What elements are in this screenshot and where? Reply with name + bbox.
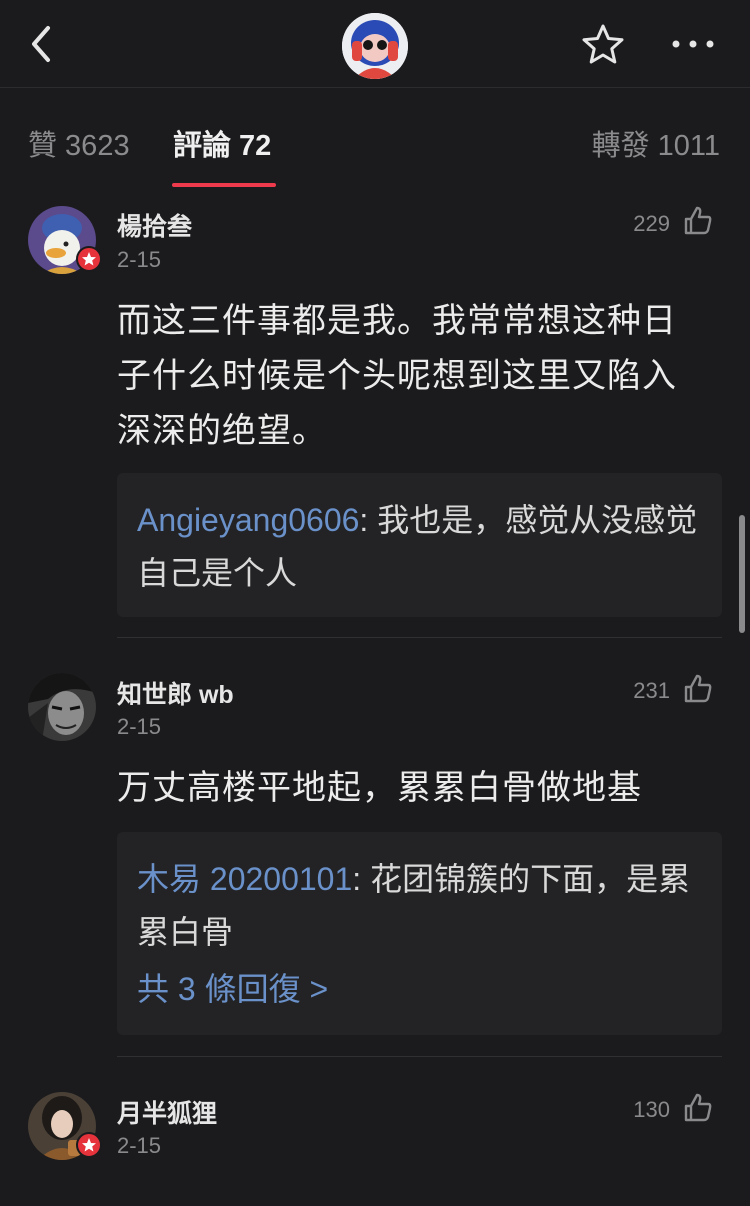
comment-text: 而这三件事都是我。我常常想这种日子什么时候是个头呢想到这里又陷入深深的绝望。: [117, 302, 677, 450]
avatar[interactable]: [28, 673, 96, 741]
author-avatar-image: [342, 13, 408, 79]
verified-badge: [76, 1132, 102, 1158]
more-button[interactable]: [668, 28, 718, 60]
scrollbar[interactable]: [739, 515, 745, 633]
badge-star-icon: [82, 252, 96, 266]
like-count: 229: [633, 211, 670, 236]
back-button[interactable]: [22, 20, 62, 68]
comment-username[interactable]: 知世郎 wb: [117, 675, 234, 711]
tab-likes[interactable]: 贊 3623: [28, 122, 130, 164]
reply-line: Angieyang0606: 我也是，感觉从没感觉自己是个人: [137, 494, 702, 600]
like-count: 130: [633, 1097, 670, 1122]
thumbs-up-icon: [684, 1093, 712, 1122]
top-bar: [0, 0, 750, 88]
reply-line: 木易 20200101: 花团锦簇的下面，是累累白骨: [137, 853, 702, 959]
divider: [117, 637, 722, 638]
thumbs-up-icon: [684, 206, 712, 235]
reply-separator: :: [359, 502, 378, 538]
divider: [117, 1056, 722, 1057]
like-button[interactable]: [682, 205, 714, 237]
like-button[interactable]: [682, 1092, 714, 1124]
more-horizontal-icon: [672, 40, 714, 48]
reply-box[interactable]: 木易 20200101: 花团锦簇的下面，是累累白骨 共 3 條回復 >: [117, 832, 722, 1035]
like-count: 231: [633, 678, 670, 703]
comment-text: 万丈高楼平地起，累累白骨做地基: [117, 769, 642, 807]
reply-username[interactable]: Angieyang0606: [137, 502, 359, 538]
comment-date: 2-15: [117, 247, 162, 272]
comment-date: 2-15: [117, 1133, 162, 1158]
tab-comments[interactable]: 評論 72: [173, 122, 271, 164]
thumbs-up-icon: [684, 674, 712, 703]
badge-star-icon: [82, 1138, 96, 1152]
comment-username[interactable]: 楊拾叁: [117, 207, 192, 243]
tab-reposts[interactable]: 轉發 1011: [592, 122, 720, 164]
comment-username[interactable]: 月半狐狸: [117, 1094, 217, 1130]
reply-separator: :: [352, 861, 371, 897]
reply-box[interactable]: Angieyang0606: 我也是，感觉从没感觉自己是个人: [117, 473, 722, 617]
verified-badge: [76, 246, 102, 272]
view-more-replies-link[interactable]: 共 3 條回復 >: [137, 963, 702, 1015]
comment-date: 2-15: [117, 714, 162, 739]
favorite-button[interactable]: [580, 22, 626, 68]
active-tab-indicator: [172, 183, 276, 187]
star-outline-icon: [582, 24, 624, 64]
chevron-left-icon: [32, 26, 50, 62]
author-avatar[interactable]: [342, 13, 408, 79]
like-button[interactable]: [682, 673, 714, 705]
tab-bar: 贊 3623 評論 72 轉發 1011: [0, 88, 750, 188]
reply-username[interactable]: 木易 20200101: [137, 861, 352, 897]
avatar-image: [28, 673, 96, 741]
